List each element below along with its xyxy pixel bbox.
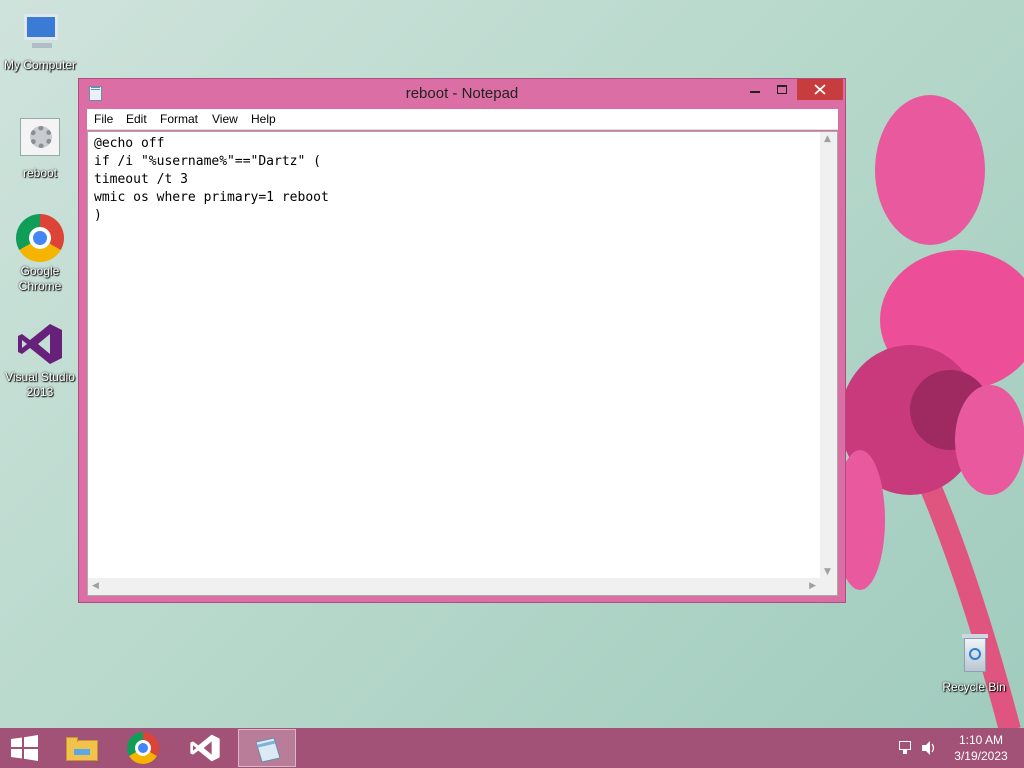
- desktop-icon-label: Google Chrome: [18, 264, 62, 293]
- start-button[interactable]: [0, 729, 48, 767]
- scroll-up-icon[interactable]: ▲: [824, 134, 831, 144]
- maximize-icon: [777, 85, 787, 94]
- close-button[interactable]: [797, 79, 843, 100]
- clock-date: 3/19/2023: [954, 749, 1008, 763]
- start-icon: [11, 735, 38, 761]
- maximize-button[interactable]: [769, 79, 796, 100]
- visual-studio-icon: [190, 734, 220, 762]
- notepad-window[interactable]: reboot - Notepad File Edit Format View H…: [78, 78, 846, 603]
- computer-icon: [16, 8, 64, 56]
- menu-file[interactable]: File: [92, 112, 115, 126]
- file-explorer-icon: [66, 737, 98, 761]
- taskbar-notepad[interactable]: [238, 729, 296, 767]
- scroll-left-icon[interactable]: ◀: [92, 581, 99, 591]
- volume-icon[interactable]: [920, 728, 938, 768]
- desktop-icon-label: My Computer: [3, 58, 77, 72]
- minimize-button[interactable]: [741, 79, 768, 100]
- desktop-icon-visual-studio[interactable]: Visual Studio 2013: [0, 320, 80, 400]
- system-clock[interactable]: 1:10 AM 3/19/2023: [942, 732, 1020, 764]
- scroll-down-icon[interactable]: ▼: [824, 567, 831, 577]
- recycle-bin-icon: [950, 630, 998, 678]
- clock-time: 1:10 AM: [958, 733, 1004, 747]
- desktop-icon-label: Visual Studio 2013: [5, 370, 75, 399]
- desktop-icon-recycle-bin[interactable]: Recycle Bin: [934, 630, 1014, 695]
- desktop-icon-chrome[interactable]: Google Chrome: [0, 214, 80, 294]
- scroll-right-icon[interactable]: ▶: [809, 581, 816, 591]
- menu-view[interactable]: View: [210, 112, 240, 126]
- desktop-icon-my-computer[interactable]: My Computer: [0, 8, 80, 73]
- taskbar: 1:10 AM 3/19/2023: [0, 728, 1024, 768]
- text-editor[interactable]: @echo off if /i "%username%"=="Dartz" ( …: [87, 131, 838, 596]
- desktop-icon-reboot[interactable]: reboot: [0, 116, 80, 181]
- desktop-icon-label: Recycle Bin: [942, 680, 1006, 694]
- menu-edit[interactable]: Edit: [124, 112, 149, 126]
- menu-help[interactable]: Help: [249, 112, 278, 126]
- desktop-icon-label: reboot: [22, 166, 58, 180]
- menu-bar: File Edit Format View Help: [87, 109, 838, 130]
- chrome-icon: [16, 214, 64, 262]
- window-title: reboot - Notepad: [405, 85, 519, 102]
- horizontal-scrollbar[interactable]: ◀ ▶: [88, 578, 820, 595]
- taskbar-chrome[interactable]: [114, 729, 172, 767]
- menu-format[interactable]: Format: [158, 112, 200, 126]
- visual-studio-icon: [16, 320, 64, 368]
- chrome-icon: [127, 732, 159, 764]
- scroll-corner: [820, 578, 837, 595]
- close-icon: [814, 84, 826, 95]
- vertical-scrollbar[interactable]: ▲ ▼: [820, 132, 837, 579]
- taskbar-visual-studio[interactable]: [176, 729, 234, 767]
- taskbar-file-explorer[interactable]: [52, 729, 110, 767]
- editor-content[interactable]: @echo off if /i "%username%"=="Dartz" ( …: [94, 135, 819, 225]
- title-bar[interactable]: reboot - Notepad: [79, 79, 845, 108]
- batch-file-icon: [16, 116, 64, 164]
- notepad-icon: [255, 737, 281, 763]
- network-icon[interactable]: [896, 728, 914, 768]
- minimize-icon: [750, 91, 760, 93]
